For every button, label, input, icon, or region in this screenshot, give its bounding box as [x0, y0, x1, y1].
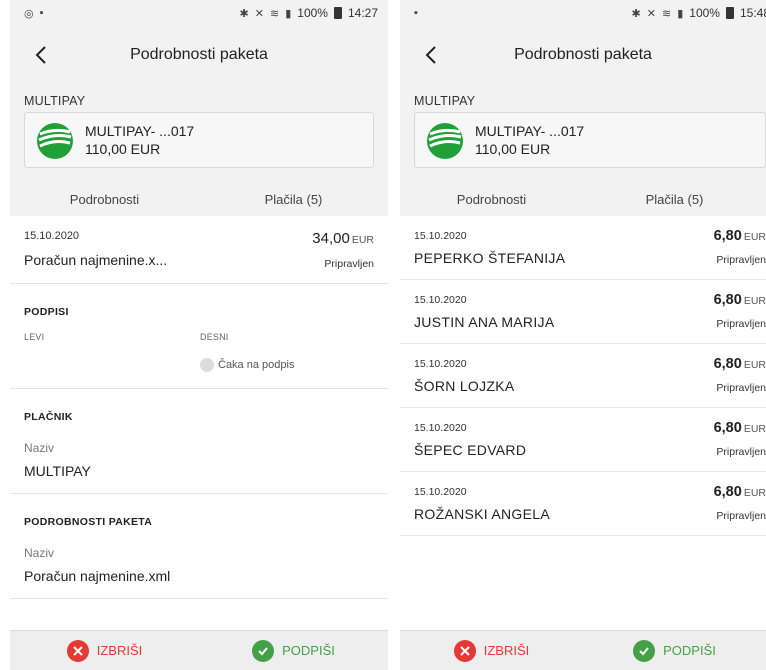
pending-icon — [200, 358, 214, 372]
package-status: Pripravljen — [324, 258, 374, 270]
wifi-icon: ≋ — [269, 7, 280, 20]
payment-amount: 6,80 EUR — [713, 484, 766, 500]
page-title: Podrobnosti paketa — [514, 46, 652, 63]
payment-status: Pripravljen — [716, 254, 766, 266]
package-details-section: PODROBNOSTI PAKETA Naziv Poračun najmeni… — [10, 494, 388, 599]
payment-amount: 6,80 EUR — [713, 420, 766, 436]
account-card: MULTIPAY- ...017 110,00 EUR — [24, 112, 374, 168]
page-title: Podrobnosti paketa — [130, 46, 268, 63]
delete-icon — [453, 639, 476, 662]
account-label: MULTIPAY — [414, 94, 476, 108]
payment-row[interactable]: 15.10.2020 ROŽANSKI ANGELA 6,80 EUR Pripravl… — [400, 472, 766, 536]
package-summary: 15.10.2020 34,00 EUR Poračun najmenine.x.… — [10, 216, 388, 284]
signatures-title: PODPISI — [24, 306, 69, 318]
clock: 15:48 — [739, 6, 766, 20]
payment-recipient: ROŽANSKI ANGELA — [414, 506, 550, 522]
account-card: MULTIPAY- ...017 110,00 EUR — [414, 112, 766, 168]
mute-icon: ✕ — [646, 7, 656, 20]
payment-amount: 6,80 EUR — [713, 228, 766, 244]
battery-icon — [333, 7, 342, 19]
bank-logo-icon — [37, 123, 73, 159]
payer-field-value: MULTIPAY — [24, 463, 91, 479]
app-bar: Podrobnosti paketa — [400, 26, 766, 84]
package-field-value: Poračun najmenine.xml — [24, 568, 171, 584]
check-icon — [633, 639, 656, 662]
payment-date: 15.10.2020 — [414, 294, 467, 306]
package-field-label: Naziv — [24, 546, 55, 560]
package-details-title: PODROBNOSTI PAKETA — [24, 516, 153, 528]
account-balance: 110,00 EUR — [475, 141, 551, 157]
payment-amount: 6,80 EUR — [713, 292, 766, 308]
chevron-left-icon — [425, 46, 436, 64]
payer-title: PLAČNIK — [24, 411, 73, 423]
payment-date: 15.10.2020 — [414, 358, 467, 370]
payment-recipient: JUSTIN ANA MARIJA — [414, 314, 555, 330]
account-name: MULTIPAY- ...017 — [475, 123, 585, 139]
payment-row[interactable]: 15.10.2020 ŠORN LOJZKA 6,80 EUR Pripravljen — [400, 344, 766, 408]
payment-status: Pripravljen — [716, 510, 766, 522]
account-balance: 110,00 EUR — [85, 141, 161, 157]
battery-icon — [725, 7, 734, 19]
account-name: MULTIPAY- ...017 — [85, 123, 195, 139]
signal-icon: ▮ — [677, 7, 684, 20]
chevron-left-icon — [35, 46, 46, 64]
payment-date: 15.10.2020 — [414, 486, 467, 498]
payment-date: 15.10.2020 — [414, 422, 467, 434]
payment-recipient: PEPERKO ŠTEFANIJA — [414, 250, 566, 266]
sd-card-icon: ▪ — [414, 7, 418, 19]
phone-left-screen: ◎ ▪ ✱ ✕ ≋ ▮ 100% 14:27 Podrobnosti paket… — [10, 0, 388, 670]
account-label: MULTIPAY — [24, 94, 86, 108]
details-content: 15.10.2020 34,00 EUR Poračun najmenine.x.… — [10, 216, 388, 630]
signatures-section: PODPISI LEVI DESNI Čaka na podpis — [10, 284, 388, 389]
delete-icon — [66, 639, 89, 662]
payment-row[interactable]: 15.10.2020 PEPERKO ŠTEFANIJA 6,80 EUR Pripra… — [400, 216, 766, 280]
status-bar: ▪ ✱ ✕ ≋ ▮ 100% 15:48 — [400, 0, 766, 26]
payment-status: Pripravljen — [716, 382, 766, 394]
payer-section: PLAČNIK Naziv MULTIPAY — [10, 389, 388, 494]
bluetooth-icon: ✱ — [239, 7, 249, 20]
clock: 14:27 — [347, 6, 378, 20]
payment-row[interactable]: 15.10.2020 JUSTIN ANA MARIJA 6,80 EUR Pripra… — [400, 280, 766, 344]
signature-left-label: LEVI — [24, 332, 45, 342]
bottom-action-bar: IZBRIŠI PODPIŠI — [400, 630, 766, 670]
payment-status: Pripravljen — [716, 446, 766, 458]
app-bar: Podrobnosti paketa — [10, 26, 388, 84]
check-icon — [252, 639, 275, 662]
bluetooth-icon: ✱ — [631, 7, 641, 20]
signature-status: Čaka na podpis — [200, 358, 294, 372]
bottom-action-bar: IZBRIŠI PODPIŠI — [10, 630, 388, 670]
payments-list: 15.10.2020 PEPERKO ŠTEFANIJA 6,80 EUR Pripra… — [400, 216, 766, 630]
wifi-icon: ≋ — [661, 7, 672, 20]
package-name: Poračun najmenine.x... — [24, 252, 168, 268]
battery-percent: 100% — [297, 6, 328, 20]
status-bar: ◎ ▪ ✱ ✕ ≋ ▮ 100% 14:27 — [10, 0, 388, 26]
whatsapp-icon: ◎ — [24, 7, 34, 20]
bank-logo-icon — [427, 123, 463, 159]
delete-button[interactable]: IZBRIŠI — [10, 631, 199, 670]
payment-status: Pripravljen — [716, 318, 766, 330]
payment-date: 15.10.2020 — [414, 230, 467, 242]
payment-row[interactable]: 15.10.2020 ŠEPEC EDVARD 6,80 EUR Pripravljen — [400, 408, 766, 472]
mute-icon: ✕ — [254, 7, 264, 20]
back-button[interactable] — [416, 40, 446, 70]
package-amount: 34,00 EUR — [312, 230, 374, 247]
signature-right-label: DESNI — [200, 332, 229, 342]
back-button[interactable] — [26, 40, 56, 70]
delete-button[interactable]: IZBRIŠI — [400, 631, 583, 670]
payment-recipient: ŠEPEC EDVARD — [414, 442, 527, 458]
payment-amount: 6,80 EUR — [713, 356, 766, 372]
sign-button[interactable]: PODPIŠI — [583, 631, 766, 670]
signal-icon: ▮ — [285, 7, 292, 20]
payer-field-label: Naziv — [24, 441, 55, 455]
sign-button[interactable]: PODPIŠI — [199, 631, 388, 670]
payment-recipient: ŠORN LOJZKA — [414, 378, 515, 394]
battery-percent: 100% — [689, 6, 720, 20]
phone-right-screen: ▪ ✱ ✕ ≋ ▮ 100% 15:48 Podrobnosti paketa … — [400, 0, 766, 670]
sd-card-icon: ▪ — [39, 7, 44, 19]
